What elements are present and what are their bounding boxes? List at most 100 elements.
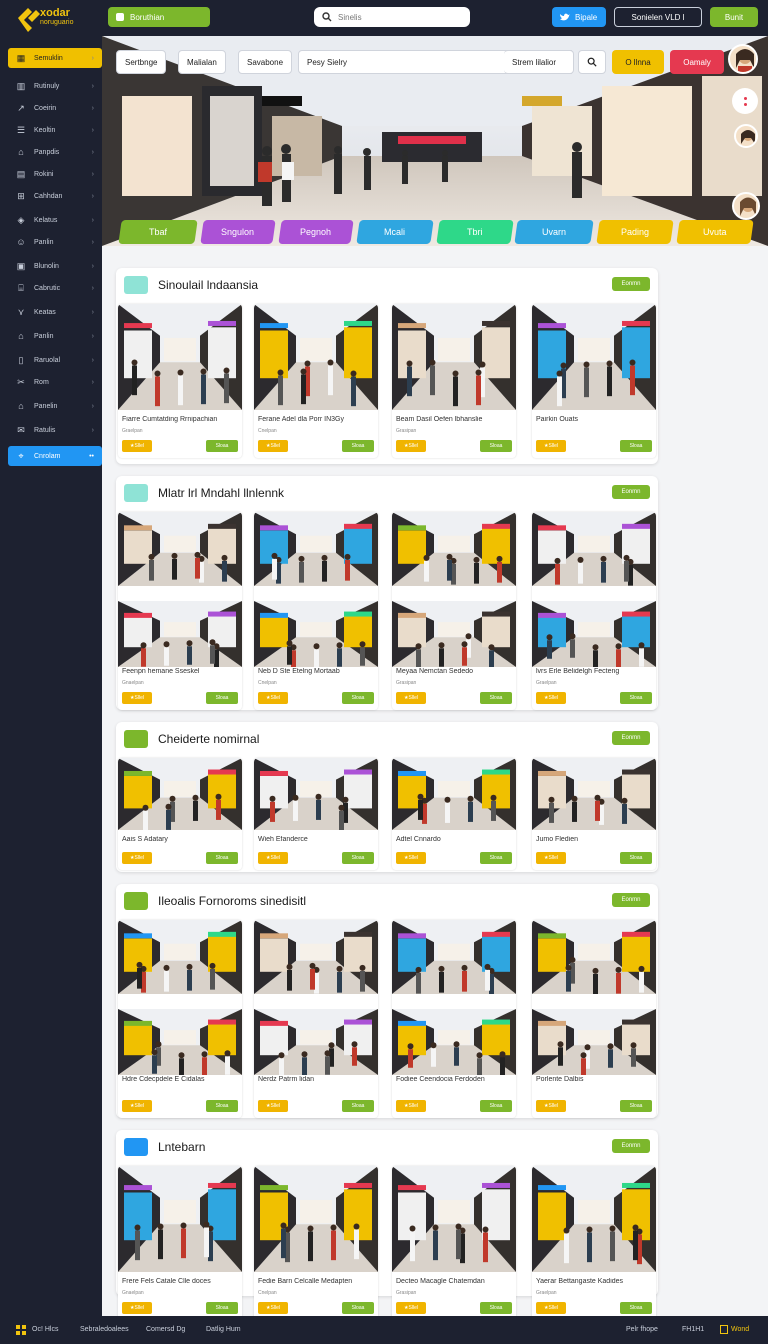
store-card[interactable]: Adtel Cnnardo ★ Sllel Sloaa [392,758,516,870]
store-card-tag[interactable]: ★ Sllel [258,1302,288,1314]
store-card-button[interactable]: Sloaa [480,1100,512,1112]
store-card-tag[interactable]: ★ Sllel [258,852,288,864]
sidebar-item-7[interactable]: ◈ Kelatus › [8,210,102,230]
category-tab[interactable]: Mcali [356,220,434,244]
store-card[interactable]: Feenpn hemane Sseskel Gnaelpan ★ Sllel Sloa… [118,512,242,710]
store-card-button[interactable]: Sloaa [206,1100,238,1112]
store-card[interactable]: Nerdz Patrm lidan ★ Sllel Sloaa [254,920,378,1118]
sidebar-item-12[interactable]: ⌂ Panlin › [8,326,102,346]
store-card[interactable]: Fiarre Cumtatding Rrnipachian Graelpan ★ S… [118,304,242,458]
store-card[interactable]: Frere Fels Catale Clle doces Gnaelpan ★ Sl… [118,1166,242,1316]
category-tab[interactable]: Uvuta [676,220,754,244]
store-card-button[interactable]: Sloaa [342,692,374,704]
more-options-button[interactable] [732,88,758,114]
sidebar-item-17[interactable]: ⌖ Cnrolam •• [8,446,102,466]
filter-chip[interactable]: Savabone [238,50,293,74]
store-card-tag[interactable]: ★ Sllel [536,440,566,452]
sidebar-item-11[interactable]: ⋎ Keatas › [8,302,102,322]
green-pill-button[interactable]: Boruthian [108,7,210,27]
store-card-button[interactable]: Sloaa [342,1302,374,1314]
store-card-button[interactable]: Sloaa [480,692,512,704]
footer-link[interactable]: Sebraledoalees [80,1326,129,1333]
store-card-tag[interactable]: ★ Sllel [396,1302,426,1314]
store-card-button[interactable]: Sloaa [342,440,374,452]
footer-link[interactable]: Pelr fhope [626,1326,658,1333]
hero-yellow-button[interactable]: O llnna [612,50,664,74]
sidebar-item-9[interactable]: ▣ Blunolin › [8,256,102,276]
store-card-button[interactable]: Sloaa [206,852,238,864]
store-card-tag[interactable]: ★ Sllel [396,852,426,864]
store-card-button[interactable]: Sloaa [480,1302,512,1314]
sidebar-item-4[interactable]: ⌂ Panpdis › [8,142,102,162]
hero-search-button[interactable] [578,50,606,74]
store-card-tag[interactable]: ★ Sllel [258,692,288,704]
account-button[interactable]: Sonielen VLD l [614,7,702,27]
store-card[interactable]: Ferane Adel dla Porr IN3Gy Cnelpan ★ Sllel… [254,304,378,458]
store-card-tag[interactable]: ★ Sllel [122,440,152,452]
store-card-button[interactable]: Sloaa [620,1100,652,1112]
footer-link[interactable]: Wond [731,1326,749,1333]
section-view-all-button[interactable]: Eonmn [612,485,650,499]
store-card-button[interactable]: Sloaa [342,1100,374,1112]
sidebar-item-8[interactable]: ☺ Panlin › [8,232,102,252]
filter-chip[interactable]: Sertbnge [116,50,167,74]
filter-chip[interactable]: Strem lilalior [504,50,574,74]
submit-button[interactable]: Bunit [710,7,758,27]
filter-chip[interactable]: Malialan [178,50,226,74]
store-card-tag[interactable]: ★ Sllel [122,1100,152,1112]
footer-link[interactable]: Datlig Hum [206,1326,241,1333]
avatar[interactable] [728,44,758,74]
store-card[interactable]: Wieh Efanderce ★ Sllel Sloaa [254,758,378,870]
section-view-all-button[interactable]: Eonmn [612,731,650,745]
sidebar-item-6[interactable]: ⊞ Cahhdan › [8,186,102,206]
sidebar-item-3[interactable]: ☰ Keoltin › [8,120,102,140]
store-card[interactable]: Neb D Ste Etelng Mortaab Cnelpan ★ Sllel Sl… [254,512,378,710]
category-tab[interactable]: Uvarn [514,220,594,244]
avatar[interactable] [734,124,758,148]
store-card-button[interactable]: Sloaa [620,1302,652,1314]
store-card-button[interactable]: Sloaa [620,692,652,704]
store-card[interactable]: Beam Dasil Oefen lbhanslie Grasipan ★ Slle… [392,304,516,458]
sidebar-item-15[interactable]: ⌂ Panelin › [8,396,102,416]
store-card-tag[interactable]: ★ Sllel [536,1100,566,1112]
store-card-tag[interactable]: ★ Sllel [122,692,152,704]
category-tab[interactable]: Tbri [436,220,514,244]
sidebar-item-10[interactable]: ⌸ Cabrutic › [8,278,102,298]
section-view-all-button[interactable]: Eonmn [612,1139,650,1153]
category-tab[interactable]: Pading [596,220,674,244]
sidebar-item-16[interactable]: ✉ Ratulis › [8,420,102,440]
twitter-button[interactable]: Bipale [552,7,606,27]
store-card-button[interactable]: Sloaa [206,440,238,452]
sidebar-item-0[interactable]: ▦ Semuklin › [8,48,102,68]
store-card-tag[interactable]: ★ Sllel [258,1100,288,1112]
category-tab[interactable]: Sngulon [200,220,276,244]
store-card[interactable]: Jumo Fledien ★ Sllel Sloaa [532,758,656,870]
sidebar-item-5[interactable]: ▤ Rokini › [8,164,102,184]
store-card-tag[interactable]: ★ Sllel [258,440,288,452]
sidebar-item-1[interactable]: ▥ Rutinuly › [8,76,102,96]
store-card[interactable]: Fedie Barn Celcalle Medapten Cnelpan ★ Sll… [254,1166,378,1316]
store-card-button[interactable]: Sloaa [620,852,652,864]
hero-red-button[interactable]: Oamaly [670,50,724,74]
store-card-tag[interactable]: ★ Sllel [122,1302,152,1314]
store-card[interactable]: Fodiee Ceendocia Ferdoden ★ Sllel Sloaa [392,920,516,1118]
category-tab[interactable]: Pegnoh [278,220,354,244]
store-card-button[interactable]: Sloaa [620,440,652,452]
store-card-tag[interactable]: ★ Sllel [536,692,566,704]
footer-link[interactable]: Oc! Hlcs [32,1326,58,1333]
footer-link[interactable]: Comersd Dg [146,1326,185,1333]
store-card[interactable]: Hdre Cdecpdele E Cidalas ★ Sllel Sloaa [118,920,242,1118]
sidebar-item-13[interactable]: ▯ Raruolal › [8,350,102,370]
section-view-all-button[interactable]: Eonmn [612,893,650,907]
store-card-button[interactable]: Sloaa [206,692,238,704]
store-card-tag[interactable]: ★ Sllel [536,1302,566,1314]
store-card[interactable]: Pairkin Ouats ★ Sllel Sloaa [532,304,656,458]
search-input[interactable]: Sinelis [314,7,470,27]
footer-link[interactable]: FH1H1 [682,1326,704,1333]
store-card[interactable]: Meyaa Nemctan Sededo Grasipan ★ Sllel Sloaa [392,512,516,710]
section-view-all-button[interactable]: Eonmn [612,277,650,291]
store-card-button[interactable]: Sloaa [342,852,374,864]
store-card-button[interactable]: Sloaa [480,852,512,864]
avatar[interactable] [732,192,760,220]
sidebar-item-2[interactable]: ↗ Coeirin › [8,98,102,118]
